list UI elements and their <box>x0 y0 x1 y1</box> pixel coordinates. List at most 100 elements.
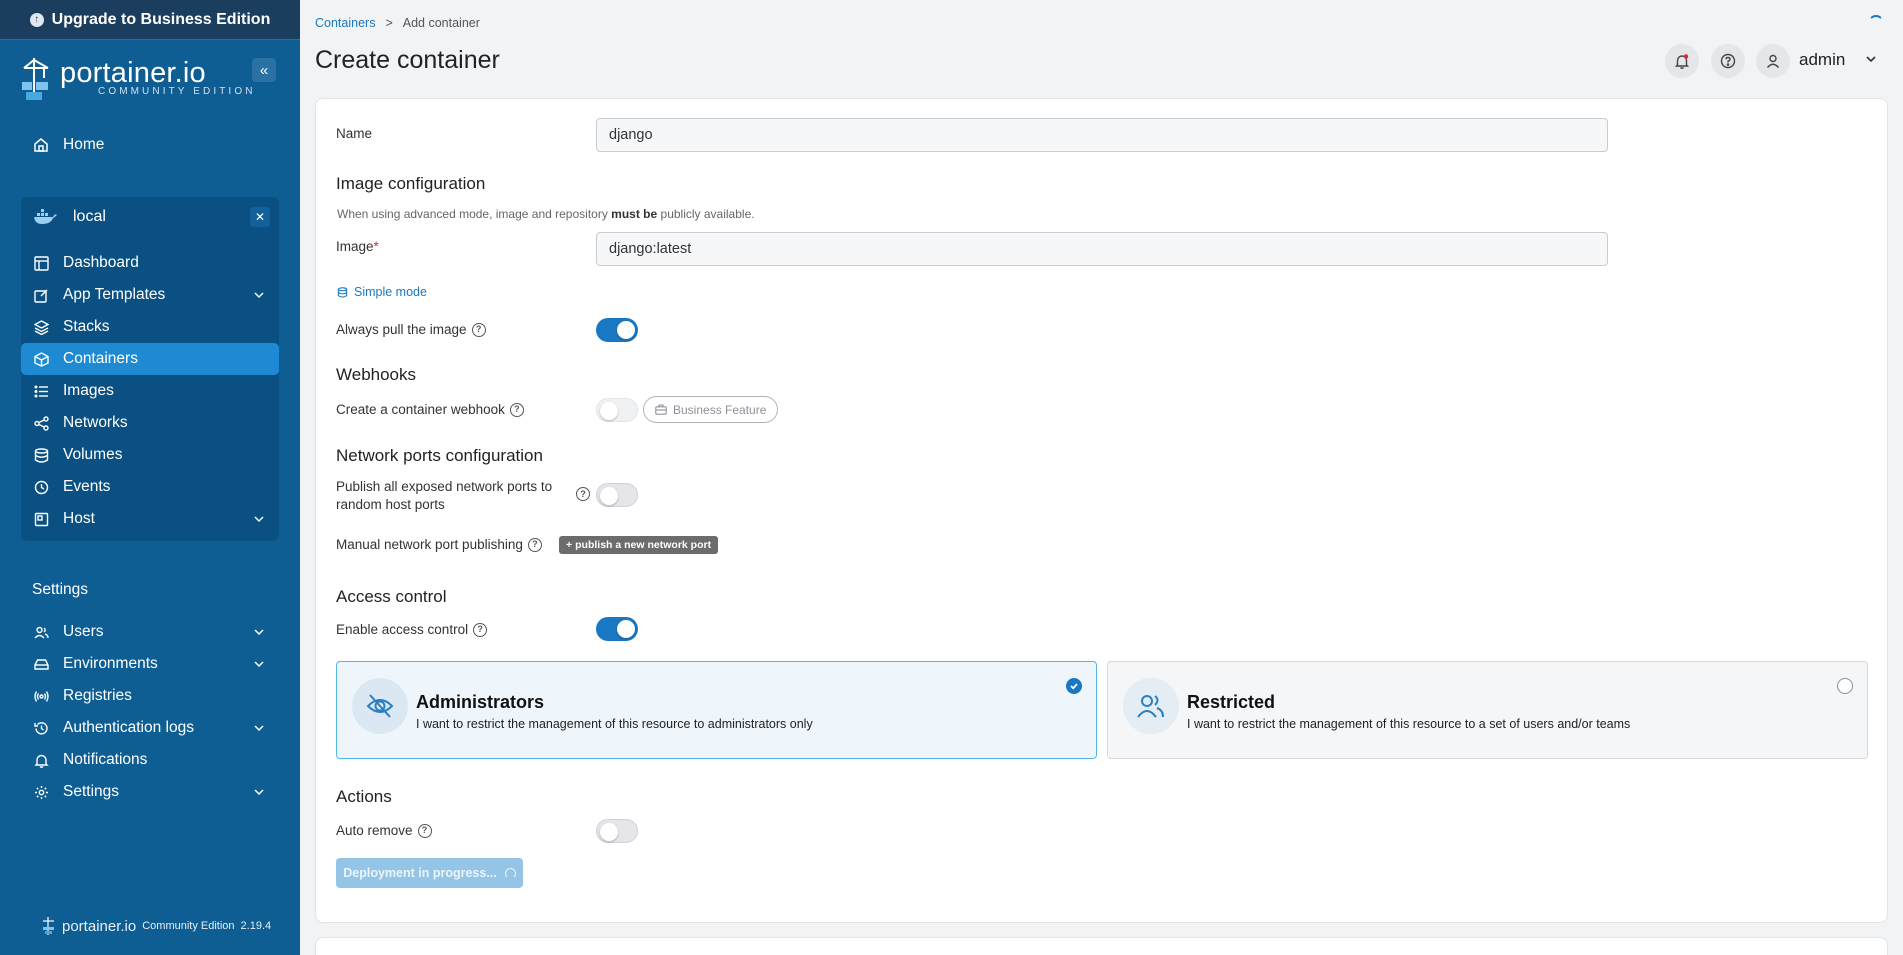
check-icon <box>1066 678 1082 694</box>
sidebar-item-label: Registries <box>63 687 132 704</box>
container-webhook-label: Create a container webhook? <box>336 402 524 417</box>
chevron-down-icon <box>253 785 265 803</box>
sidebar: ↑ Upgrade to Business Edition portainer.… <box>0 0 300 955</box>
card-description: I want to restrict the management of thi… <box>1187 717 1631 731</box>
spinner-icon <box>504 867 516 879</box>
auto-remove-toggle[interactable] <box>596 819 638 843</box>
publish-all-ports-toggle[interactable] <box>596 483 638 507</box>
sidebar-item-label: Settings <box>63 783 120 800</box>
sidebar-item-label: Networks <box>63 414 128 431</box>
sidebar-item-registries[interactable]: Registries <box>21 680 279 712</box>
sidebar-item-stacks[interactable]: Stacks <box>21 311 279 343</box>
home-icon <box>31 135 51 155</box>
breadcrumb-current: Add container <box>402 16 480 30</box>
image-label: Image * <box>336 239 379 254</box>
crane-icon <box>22 58 49 100</box>
radio-button[interactable] <box>1837 678 1853 694</box>
sidebar-item-label: Notifications <box>63 751 148 768</box>
name-input[interactable] <box>596 118 1608 152</box>
card-title: Administrators <box>416 692 545 712</box>
gear-icon <box>31 782 51 802</box>
settings-section-header: Settings <box>32 581 89 598</box>
business-feature-badge[interactable]: Business Feature <box>643 396 779 423</box>
sidebar-item-events[interactable]: Events <box>21 471 279 503</box>
environment-header[interactable]: local <box>21 201 279 233</box>
user-avatar[interactable] <box>1756 44 1790 78</box>
notifications-button[interactable] <box>1665 44 1699 78</box>
help-icon[interactable]: ? <box>576 487 590 501</box>
deploy-button[interactable]: Deployment in progress... <box>336 858 523 888</box>
sidebar-item-users[interactable]: Users <box>21 616 279 648</box>
toggle-knob <box>600 823 618 841</box>
docker-icon <box>34 209 57 224</box>
administrators-card[interactable]: Administrators I want to restrict the ma… <box>336 661 1097 759</box>
sidebar-item-volumes[interactable]: Volumes <box>21 439 279 471</box>
container-webhook-toggle[interactable] <box>596 398 638 422</box>
dashboard-icon <box>31 253 51 273</box>
breadcrumb-containers-link[interactable]: Containers <box>315 16 375 30</box>
access-control-toggle[interactable] <box>596 617 638 641</box>
user-name[interactable]: admin <box>1799 50 1845 70</box>
chevrons-left-icon: « <box>259 61 269 79</box>
always-pull-toggle[interactable] <box>596 318 638 342</box>
sidebar-item-settings[interactable]: Settings <box>21 776 279 808</box>
sidebar-item-label: Home <box>63 136 105 153</box>
sidebar-item-images[interactable]: Images <box>21 375 279 407</box>
chevron-down-icon <box>253 512 265 530</box>
access-control-title: Access control <box>336 587 447 606</box>
sidebar-item-label: Stacks <box>63 318 110 335</box>
publish-all-ports-label: Publish all exposed network ports to ran… <box>336 479 553 512</box>
always-pull-label: Always pull the image? <box>336 322 486 337</box>
chevron-down-icon <box>253 657 265 675</box>
restricted-card[interactable]: Restricted I want to restrict the manage… <box>1107 661 1868 759</box>
sidebar-item-home[interactable]: Home <box>21 129 279 161</box>
arrow-up-icon: ↑ <box>29 12 44 27</box>
server-icon <box>31 509 51 529</box>
footer-version: 2.19.4 <box>240 920 272 932</box>
sidebar-item-label: Images <box>63 382 114 399</box>
collapse-sidebar-button[interactable]: « <box>252 58 276 82</box>
help-icon[interactable]: ? <box>471 322 486 337</box>
radio-icon <box>31 686 51 706</box>
upgrade-banner[interactable]: ↑ Upgrade to Business Edition <box>0 0 300 40</box>
sidebar-item-host[interactable]: Host <box>21 503 279 535</box>
sidebar-item-networks[interactable]: Networks <box>21 407 279 439</box>
sidebar-item-app-templates[interactable]: App Templates <box>21 279 279 311</box>
simple-mode-link[interactable]: Simple mode <box>337 285 427 299</box>
image-config-title: Image configuration <box>336 174 486 193</box>
image-input[interactable] <box>596 232 1608 266</box>
network-ports-title: Network ports configuration <box>336 446 543 465</box>
clock-icon <box>31 477 51 497</box>
history-icon <box>31 718 51 738</box>
sidebar-item-authentication-logs[interactable]: Authentication logs <box>21 712 279 744</box>
briefcase-icon <box>655 404 667 415</box>
chevron-down-icon <box>253 288 265 306</box>
sidebar-item-dashboard[interactable]: Dashboard <box>21 247 279 279</box>
box-icon <box>31 349 51 369</box>
help-icon[interactable]: ? <box>473 622 488 637</box>
environment-name: local <box>73 208 106 225</box>
sidebar-item-environments[interactable]: Environments <box>21 648 279 680</box>
breadcrumb-separator: > <box>385 16 393 30</box>
help-button[interactable] <box>1711 44 1745 78</box>
sidebar-item-label: Volumes <box>63 446 123 463</box>
toggle-knob <box>617 321 635 339</box>
help-icon <box>1720 53 1736 69</box>
environment-close-button[interactable]: ✕ <box>250 207 270 227</box>
sidebar-item-notifications[interactable]: Notifications <box>21 744 279 776</box>
upgrade-label: Upgrade to Business Edition <box>51 10 271 28</box>
publish-new-port-button[interactable]: + publish a new network port <box>559 536 719 554</box>
user-icon <box>1766 54 1780 68</box>
help-icon[interactable]: ? <box>527 537 542 552</box>
breadcrumb: Containers > Add container <box>315 16 480 30</box>
brand-edition: COMMUNITY EDITION <box>98 86 256 97</box>
help-icon[interactable]: ? <box>417 823 432 838</box>
sidebar-item-label: Authentication logs <box>63 719 194 736</box>
brand-name: portainer.io <box>60 57 206 89</box>
sidebar-footer: portainer.io Community Edition 2.19.4 <box>42 916 271 936</box>
chevron-down-icon[interactable] <box>1864 52 1878 71</box>
portainer-logo[interactable]: portainer.io COMMUNITY EDITION <box>20 56 256 102</box>
help-icon[interactable]: ? <box>509 402 524 417</box>
name-label: Name <box>336 126 373 141</box>
sidebar-item-containers[interactable]: Containers <box>21 343 279 375</box>
